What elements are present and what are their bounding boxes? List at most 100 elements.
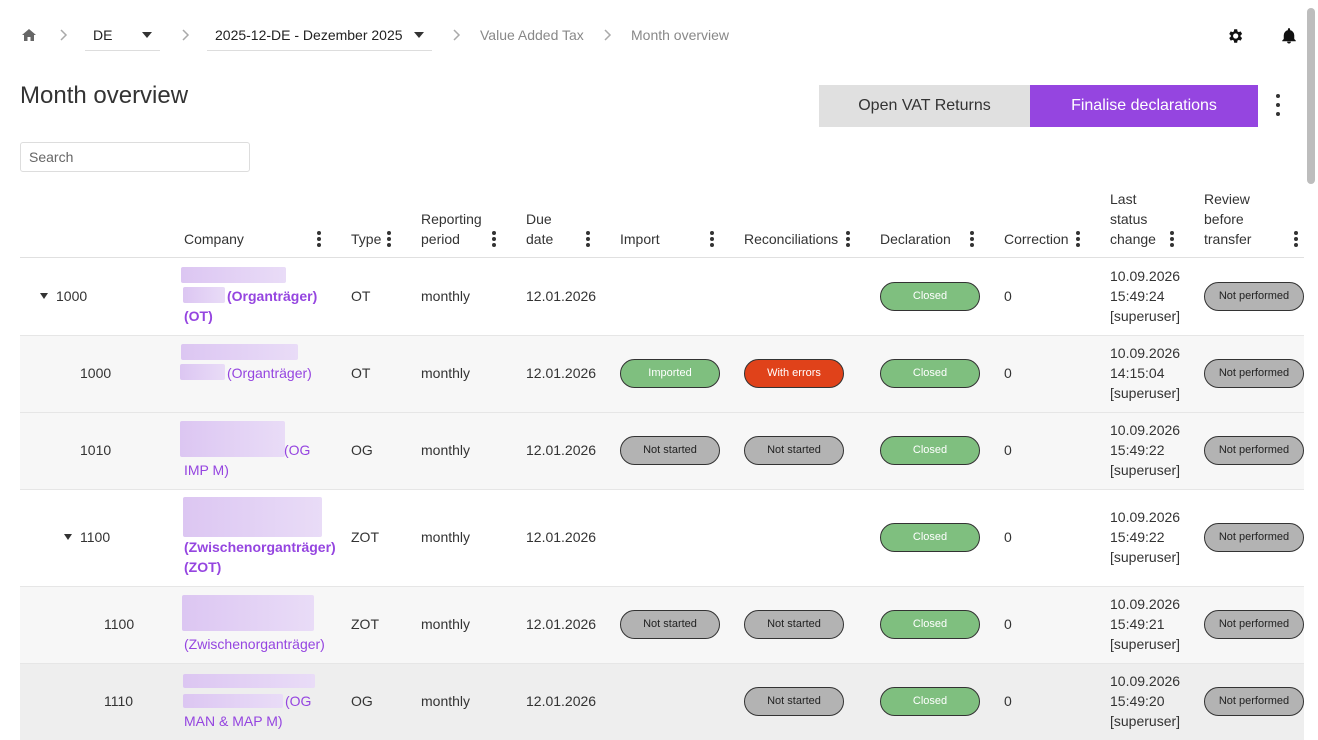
- redacted-company-name: [180, 364, 225, 380]
- reconciliation-status-badge[interactable]: Not started: [744, 436, 844, 465]
- table-row[interactable]: 1100 (Zwischenorganträger) ZOT monthly 1…: [20, 587, 1304, 664]
- row-last-user: [superuser]: [1110, 385, 1181, 401]
- row-period: monthly: [421, 693, 471, 709]
- row-correction: 0: [1004, 288, 1012, 304]
- redacted-company-name: [183, 497, 322, 537]
- declaration-status-badge[interactable]: Closed: [880, 282, 980, 311]
- more-options-icon[interactable]: [1270, 92, 1286, 118]
- row-due-date: 12.01.2026: [526, 616, 597, 632]
- reconciliation-status-badge[interactable]: Not started: [744, 687, 844, 716]
- table-row[interactable]: 1000 (Organträger) (OT) OT monthly 12.01…: [20, 259, 1304, 336]
- company-link[interactable]: (Zwischenorganträger): [184, 537, 336, 557]
- row-id: 1100: [104, 616, 135, 632]
- review-status-badge[interactable]: Not performed: [1204, 359, 1304, 388]
- col-due-line1[interactable]: Due: [526, 209, 552, 229]
- row-type: ZOT: [351, 616, 379, 632]
- review-status-badge[interactable]: Not performed: [1204, 436, 1304, 465]
- period-select[interactable]: 2025-12-DE - Dezember 2025: [207, 18, 432, 51]
- collapse-caret-icon[interactable]: [64, 534, 72, 540]
- row-last-date: 10.09.2026: [1110, 268, 1181, 284]
- declaration-status-badge[interactable]: Closed: [880, 523, 980, 552]
- search-input[interactable]: [20, 142, 250, 172]
- column-menu-icon[interactable]: [1076, 231, 1082, 247]
- period-select-value: 2025-12-DE - Dezember 2025: [215, 27, 403, 43]
- col-correction[interactable]: Correction: [1004, 229, 1069, 249]
- col-last-line3[interactable]: change: [1110, 229, 1156, 249]
- open-vat-returns-button[interactable]: Open VAT Returns: [819, 85, 1030, 127]
- vertical-scrollbar[interactable]: [1307, 8, 1315, 184]
- col-company[interactable]: Company: [184, 229, 244, 249]
- declaration-status-badge[interactable]: Closed: [880, 687, 980, 716]
- company-link-line2[interactable]: MAN & MAP M): [184, 711, 283, 731]
- caret-down-icon: [414, 32, 424, 38]
- reconciliation-status-badge[interactable]: Not started: [744, 610, 844, 639]
- col-reporting-line2[interactable]: period: [421, 229, 460, 249]
- row-last-user: [superuser]: [1110, 713, 1181, 729]
- company-link[interactable]: (Organträger): [227, 286, 317, 306]
- column-menu-icon[interactable]: [970, 231, 976, 247]
- redacted-company-name: [183, 287, 225, 303]
- col-last-line2[interactable]: status: [1110, 209, 1147, 229]
- breadcrumb-current: Month overview: [631, 27, 730, 43]
- col-review-line3[interactable]: transfer: [1204, 229, 1251, 249]
- company-link[interactable]: (Zwischenorganträger): [184, 634, 325, 654]
- row-last-time: 15:49:24: [1110, 288, 1165, 304]
- col-reporting-line1[interactable]: Reporting: [421, 209, 482, 229]
- home-icon[interactable]: [21, 27, 37, 43]
- company-link-line2[interactable]: IMP M): [184, 460, 229, 480]
- table-row[interactable]: 1000 (Organträger) OT monthly 12.01.2026…: [20, 336, 1304, 413]
- col-type[interactable]: Type: [351, 229, 381, 249]
- column-menu-icon[interactable]: [1294, 231, 1300, 247]
- row-id: 1000: [56, 288, 88, 304]
- finalise-declarations-button[interactable]: Finalise declarations: [1030, 85, 1258, 127]
- import-status-badge[interactable]: Not started: [620, 436, 720, 465]
- row-last-time: 15:49:22: [1110, 529, 1165, 545]
- column-menu-icon[interactable]: [387, 231, 393, 247]
- chevron-right-icon: [60, 29, 68, 41]
- row-last-user: [superuser]: [1110, 636, 1181, 652]
- column-menu-icon[interactable]: [710, 231, 716, 247]
- col-review-line1[interactable]: Review: [1204, 189, 1250, 209]
- table-row[interactable]: 1100 (Zwischenorganträger) (ZOT) ZOT mon…: [20, 490, 1304, 587]
- row-period: monthly: [421, 288, 471, 304]
- redacted-company-name: [182, 595, 314, 631]
- table-row[interactable]: 1010 (OG IMP M) OG monthly 12.01.2026 No…: [20, 413, 1304, 490]
- collapse-caret-icon[interactable]: [40, 293, 48, 299]
- col-declaration[interactable]: Declaration: [880, 229, 951, 249]
- company-link[interactable]: (OG: [285, 691, 311, 711]
- declaration-status-badge[interactable]: Closed: [880, 436, 980, 465]
- column-menu-icon[interactable]: [317, 231, 323, 247]
- declaration-status-badge[interactable]: Closed: [880, 359, 980, 388]
- review-status-badge[interactable]: Not performed: [1204, 282, 1304, 311]
- company-link[interactable]: (Organträger): [227, 363, 312, 383]
- table-row[interactable]: 1110 (OG MAN & MAP M) OG monthly 12.01.2…: [20, 664, 1304, 740]
- col-reconciliations[interactable]: Reconciliations: [744, 229, 838, 249]
- company-link-line2[interactable]: (ZOT): [184, 557, 221, 577]
- gear-icon[interactable]: [1226, 27, 1244, 45]
- col-import[interactable]: Import: [620, 229, 660, 249]
- row-type: OT: [351, 365, 371, 381]
- col-last-line1[interactable]: Last: [1110, 189, 1136, 209]
- bell-icon[interactable]: [1280, 27, 1298, 45]
- review-status-badge[interactable]: Not performed: [1204, 523, 1304, 552]
- review-status-badge[interactable]: Not performed: [1204, 687, 1304, 716]
- company-link-line2[interactable]: (OT): [184, 306, 213, 326]
- row-last-user: [superuser]: [1110, 308, 1181, 324]
- col-review-line2[interactable]: before: [1204, 209, 1244, 229]
- page-title: Month overview: [20, 82, 189, 109]
- column-menu-icon[interactable]: [586, 231, 592, 247]
- import-status-badge[interactable]: Imported: [620, 359, 720, 388]
- col-due-line2[interactable]: date: [526, 229, 553, 249]
- row-last-date: 10.09.2026: [1110, 422, 1181, 438]
- declaration-status-badge[interactable]: Closed: [880, 610, 980, 639]
- column-menu-icon[interactable]: [846, 231, 852, 247]
- country-select[interactable]: DE: [85, 18, 160, 51]
- company-link[interactable]: (OG: [284, 440, 310, 460]
- reconciliation-status-badge[interactable]: With errors: [744, 359, 844, 388]
- breadcrumb-section[interactable]: Value Added Tax: [480, 27, 584, 43]
- column-menu-icon[interactable]: [492, 231, 498, 247]
- row-correction: 0: [1004, 693, 1012, 709]
- review-status-badge[interactable]: Not performed: [1204, 610, 1304, 639]
- import-status-badge[interactable]: Not started: [620, 610, 720, 639]
- column-menu-icon[interactable]: [1170, 231, 1176, 247]
